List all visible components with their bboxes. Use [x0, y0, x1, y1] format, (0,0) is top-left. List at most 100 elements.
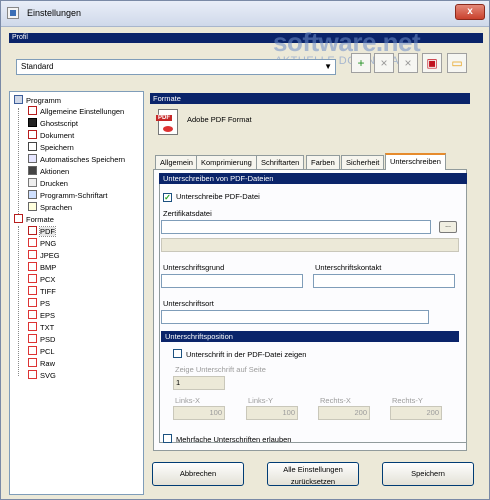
watermark-title: software.net: [273, 27, 421, 57]
pcl-icon: [28, 346, 37, 355]
formate-header: Formate: [150, 93, 470, 104]
tree-item-auto-speichern[interactable]: Automatisches Speichern: [28, 154, 125, 165]
page-label: Zeige Unterschrift auf Seite: [175, 365, 266, 374]
multi-signature-checkbox[interactable]: Mehrfache Unterschriften erlauben: [163, 434, 291, 445]
tree-item-eps[interactable]: EPS: [28, 310, 55, 321]
pcx-icon: [28, 274, 37, 283]
reason-field[interactable]: [161, 274, 303, 288]
chevron-down-icon[interactable]: ▼: [324, 60, 332, 74]
tree-item-bmp[interactable]: BMP: [28, 262, 56, 273]
actions-icon: [28, 166, 37, 175]
printer-icon: [28, 178, 37, 187]
bmp-icon: [28, 262, 37, 271]
links-y-label: Links-Y: [248, 396, 274, 405]
tree-item-dokument[interactable]: Dokument: [28, 130, 74, 141]
tree-item-txt[interactable]: TXT: [28, 322, 54, 333]
tree-item-allgemeine[interactable]: Allgemeine Einstellungen: [28, 106, 124, 117]
png-icon: [28, 238, 37, 247]
rechts-x-field[interactable]: 200: [318, 406, 370, 420]
tab-sicherheit[interactable]: Sicherheit: [341, 155, 385, 169]
reset-all-button[interactable]: Alle Einstellungen zurücksetzen: [267, 462, 359, 486]
sign-pdf-checkbox[interactable]: ✓ Unterschreibe PDF-Datei: [163, 192, 260, 202]
rechts-x-label: Rechts-X: [320, 396, 351, 405]
delete-profile-button[interactable]: ×: [398, 53, 418, 73]
checkmark-icon[interactable]: ✓: [163, 193, 172, 202]
remove-icon: ×: [380, 56, 388, 70]
autosave-icon: [28, 154, 37, 163]
add-profile-button[interactable]: +: [351, 53, 371, 73]
tree-item-pdf[interactable]: PDF: [28, 226, 56, 237]
font-icon: [28, 190, 37, 199]
tree-item-aktionen[interactable]: Aktionen: [28, 166, 69, 177]
settings-window: Einstellungen x Profil software.net AKTU…: [0, 0, 490, 500]
links-x-label: Links-X: [175, 396, 201, 405]
multi-signature-box[interactable]: [163, 434, 172, 443]
show-signature-checkbox[interactable]: Unterschrift in der PDF-Datei zeigen: [173, 349, 306, 360]
rechts-y-field[interactable]: 200: [390, 406, 442, 420]
page-field[interactable]: 1: [173, 376, 225, 390]
save-icon: ▣: [426, 56, 438, 70]
settings-tree: Programm Allgemeine Einstellungen Ghosts…: [9, 91, 144, 495]
tree-item-sprachen[interactable]: Sprachen: [28, 202, 72, 213]
tree-item-drucken[interactable]: Drucken: [28, 178, 68, 189]
pdf-format-icon: [156, 109, 178, 135]
add-icon: +: [357, 56, 365, 70]
tab-unterschreiben[interactable]: Unterschreiben: [385, 153, 446, 170]
tree-item-programm[interactable]: Programm: [14, 95, 61, 106]
app-icon: [7, 7, 19, 19]
location-label: Unterschriftsort: [163, 299, 214, 308]
disk-icon: [28, 142, 37, 151]
ghostscript-icon: [28, 118, 37, 127]
save-profile-button[interactable]: ▣: [422, 53, 442, 73]
tab-schriftarten[interactable]: Schriftarten: [256, 155, 305, 169]
folder-icon: ▭: [451, 56, 463, 70]
delete-icon: ×: [404, 56, 412, 70]
tab-allgemein[interactable]: Allgemein: [155, 155, 198, 169]
tree-item-speichern[interactable]: Speichern: [28, 142, 74, 153]
tab-farben[interactable]: Farben: [306, 155, 340, 169]
remove-profile-button[interactable]: ×: [374, 53, 394, 73]
reset-all-label-2: zurücksetzen: [290, 477, 336, 486]
location-field[interactable]: [161, 310, 429, 324]
tree-item-ghostscript[interactable]: Ghostscript: [28, 118, 78, 129]
tree-item-psd[interactable]: PSD: [28, 334, 55, 345]
browse-button[interactable]: ...: [439, 221, 457, 233]
tree-item-jpeg[interactable]: JPEG: [28, 250, 60, 261]
profile-select[interactable]: Standard ▼: [16, 59, 336, 75]
tree-item-pcx[interactable]: PCX: [28, 274, 55, 285]
settings-icon: [28, 106, 37, 115]
tab-komprimierung[interactable]: Komprimierung: [196, 155, 257, 169]
profile-select-value: Standard: [21, 62, 54, 71]
cert-info-field: [161, 238, 459, 252]
tree-item-pcl[interactable]: PCL: [28, 346, 55, 357]
tree-item-png[interactable]: PNG: [28, 238, 56, 249]
document-icon: [28, 130, 37, 139]
open-profile-button[interactable]: ▭: [447, 53, 467, 73]
tree-item-raw[interactable]: Raw: [28, 358, 55, 369]
cert-file-field[interactable]: [161, 220, 431, 234]
title-bar: Einstellungen x: [1, 1, 489, 27]
rechts-y-label: Rechts-Y: [392, 396, 423, 405]
tree-item-tiff[interactable]: TIFF: [28, 286, 56, 297]
cancel-button[interactable]: Abbrechen: [152, 462, 244, 486]
save-button[interactable]: Speichern: [382, 462, 474, 486]
reason-label: Unterschriftsgrund: [163, 263, 225, 272]
show-signature-label: Unterschrift in der PDF-Datei zeigen: [186, 350, 307, 359]
show-signature-box[interactable]: [173, 349, 182, 358]
sign-pdf-checkbox-label: Unterschreibe PDF-Datei: [176, 192, 260, 201]
cert-label: Zertifikatsdatei: [163, 209, 212, 218]
tree-item-schriftart[interactable]: Programm-Schriftart: [28, 190, 108, 201]
save-button-label: Speichern: [411, 469, 445, 478]
contact-label: Unterschriftskontakt: [315, 263, 382, 272]
tree-item-formate[interactable]: Formate: [14, 214, 54, 225]
links-y-field[interactable]: 100: [246, 406, 298, 420]
close-button[interactable]: x: [455, 4, 485, 20]
tree-item-ps[interactable]: PS: [28, 298, 50, 309]
position-section-title: Unterschriftsposition: [161, 331, 459, 342]
sign-section-title: Unterschreiben von PDF-Dateien: [159, 173, 467, 184]
links-x-field[interactable]: 100: [173, 406, 225, 420]
formats-icon: [14, 214, 23, 223]
txt-icon: [28, 322, 37, 331]
contact-field[interactable]: [313, 274, 455, 288]
tree-item-svg[interactable]: SVG: [28, 370, 56, 381]
